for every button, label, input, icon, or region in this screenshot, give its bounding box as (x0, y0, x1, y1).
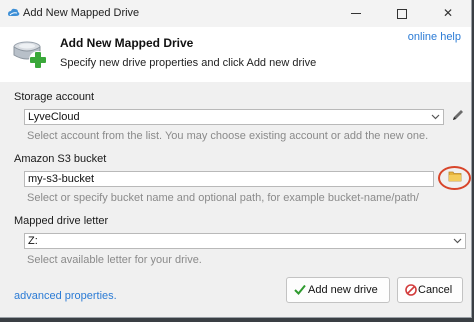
storage-account-select[interactable]: LyveCloud (24, 109, 444, 125)
minimize-button[interactable] (333, 0, 379, 27)
window-title: Add New Mapped Drive (23, 7, 140, 19)
add-mapped-drive-dialog: Add New Mapped Drive ✕ Add New Mapped Dr… (0, 0, 472, 318)
bucket-input[interactable]: my-s3-bucket (24, 171, 434, 187)
close-icon: ✕ (442, 6, 454, 20)
bucket-label: Amazon S3 bucket (14, 153, 107, 165)
dialog-header: Add New Mapped Drive Specify new drive p… (0, 27, 471, 82)
header-title: Add New Mapped Drive (60, 36, 194, 50)
storage-account-value: LyveCloud (28, 111, 80, 123)
cancel-button[interactable]: Cancel (397, 277, 463, 303)
bucket-value: my-s3-bucket (28, 173, 95, 185)
checkmark-icon (294, 284, 306, 298)
storage-account-hint: Select account from the list. You may ch… (27, 130, 429, 142)
online-help-link[interactable]: online help (408, 31, 461, 43)
chevron-down-icon (453, 236, 462, 248)
storage-account-label: Storage account (14, 91, 95, 103)
advanced-properties-link[interactable]: advanced properties. (14, 290, 117, 302)
edit-account-button[interactable] (449, 108, 467, 126)
add-new-drive-label: Add new drive (308, 284, 378, 296)
cancel-label: Cancel (418, 284, 453, 296)
highlight-ring (438, 166, 471, 190)
header-subtitle: Specify new drive properties and click A… (60, 57, 317, 69)
title-bar: Add New Mapped Drive ✕ (0, 0, 471, 27)
chevron-down-icon (431, 112, 440, 124)
drive-letter-label: Mapped drive letter (14, 215, 109, 227)
edit-pencil-icon (451, 110, 465, 125)
app-cloud-icon (7, 7, 20, 21)
drive-letter-value: Z: (28, 235, 38, 247)
minimize-icon (351, 13, 361, 15)
cancel-icon (405, 284, 417, 299)
maximize-button[interactable] (379, 0, 425, 27)
network-drive-add-icon (12, 37, 48, 74)
drive-letter-select[interactable]: Z: (24, 233, 466, 249)
close-button[interactable]: ✕ (425, 0, 471, 27)
bucket-hint: Select or specify bucket name and option… (27, 192, 419, 204)
maximize-icon (397, 8, 407, 19)
drive-letter-hint: Select available letter for your drive. (27, 254, 202, 266)
add-new-drive-button[interactable]: Add new drive (286, 277, 390, 303)
